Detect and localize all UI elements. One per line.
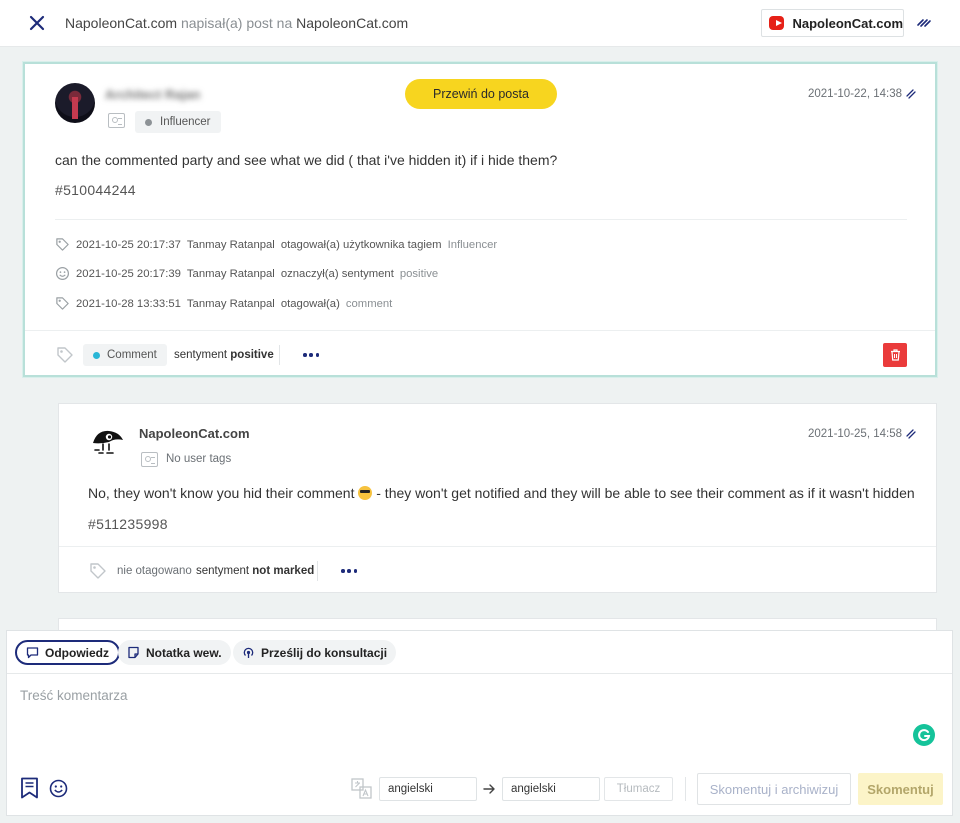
tag-pill[interactable]: Comment: [83, 344, 167, 366]
author-name[interactable]: NapoleonCat.com: [139, 426, 250, 441]
history-actor: Tanmay Ratanpal: [186, 267, 275, 280]
header-title: NapoleonCat.com napisał(a) post na Napol…: [65, 15, 408, 31]
history-value: comment: [345, 297, 393, 310]
reply-timestamp: 2021-10-25, 14:58: [808, 428, 917, 440]
history-time: 2021-10-25 20:17:39: [76, 267, 181, 280]
post-text: can the commented party and see what we …: [55, 152, 558, 168]
sentiment-label: sentyment: [174, 349, 228, 361]
history-actor: Tanmay Ratanpal: [186, 297, 275, 310]
comment-button[interactable]: Skomentuj: [858, 773, 943, 805]
author-name[interactable]: Architect Rajan: [105, 87, 200, 102]
history-row: 2021-10-25 20:17:37 Tanmay Ratanpal otag…: [55, 237, 497, 252]
divider: [685, 777, 686, 801]
history-action: oznaczył(a) sentyment: [280, 267, 394, 280]
channel-name: NapoleonCat.com: [792, 15, 903, 31]
history-time: 2021-10-28 13:33:51: [76, 297, 181, 310]
main-post-card: Architect Rajan Influencer Przewiń do po…: [23, 62, 937, 377]
history-actor: Tanmay Ratanpal: [186, 238, 275, 251]
divider: [279, 345, 280, 365]
header-action: napisał(a) post na: [180, 15, 293, 31]
grammarly-g-icon: [918, 729, 931, 742]
divider: [317, 561, 318, 581]
target-language-select[interactable]: angielski: [502, 777, 600, 801]
reply-card: NapoleonCat.com No user tags 2021-10-25,…: [58, 403, 937, 593]
history-action: otagował(a): [280, 297, 340, 310]
link-icon[interactable]: [915, 14, 933, 32]
scroll-to-post-button[interactable]: Przewiń do posta: [405, 79, 557, 109]
header-author: NapoleonCat.com: [65, 15, 178, 31]
broadcast-icon: [243, 647, 254, 658]
reply-footer: nie otagowano sentyment not marked: [59, 546, 936, 593]
user-tags-icon: [141, 452, 158, 467]
post-footer: Comment sentyment positive: [25, 330, 935, 377]
tab-send-for-consultation[interactable]: Prześlij do konsultacji: [233, 640, 397, 665]
reply-composer: Odpowiedz Notatka wew. Prześlij do konsu…: [6, 630, 953, 816]
sentiment-value: not marked: [252, 565, 315, 577]
tag-status: nie otagowano: [117, 565, 192, 577]
reply-text-before: No, they won't know you hid their commen…: [88, 485, 355, 501]
close-icon[interactable]: [26, 12, 48, 34]
history-row: 2021-10-25 20:17:39 Tanmay Ratanpal ozna…: [55, 266, 438, 281]
history-time: 2021-10-25 20:17:37: [76, 238, 181, 251]
composer-tabs: Odpowiedz Notatka wew. Prześlij do konsu…: [7, 631, 952, 674]
more-options-button[interactable]: [300, 348, 322, 362]
tag-icon[interactable]: [88, 561, 108, 581]
tag-icon: [56, 238, 69, 251]
link-icon[interactable]: [905, 428, 917, 440]
grammarly-icon[interactable]: [913, 724, 935, 746]
sunglasses-emoji-icon: [358, 486, 373, 500]
divider: [55, 219, 907, 220]
top-bar: NapoleonCat.com napisał(a) post na Napol…: [0, 0, 960, 47]
tag-dot: [145, 118, 152, 126]
smiley-icon: [55, 266, 70, 281]
speech-bubble-icon: [26, 647, 39, 659]
tab-reply[interactable]: Odpowiedz: [15, 640, 120, 665]
user-tags-icon: [108, 113, 125, 128]
tab-label: Prześlij do konsultacji: [261, 645, 388, 660]
emoji-icon[interactable]: [49, 779, 68, 798]
tab-label: Odpowiedz: [45, 645, 109, 660]
history-row: 2021-10-28 13:33:51 Tanmay Ratanpal otag…: [55, 296, 392, 311]
history-action: otagował(a) użytkownika tagiem: [280, 238, 442, 251]
tag-icon: [56, 297, 69, 310]
trash-icon: [890, 349, 900, 361]
reply-text: No, they won't know you hid their commen…: [88, 485, 915, 501]
sentiment[interactable]: sentyment not marked: [196, 565, 314, 577]
sentiment-label: sentyment: [196, 565, 250, 577]
link-icon[interactable]: [905, 88, 917, 100]
comment-input[interactable]: [20, 688, 900, 748]
note-icon: [128, 646, 139, 659]
header-target: NapoleonCat.com: [296, 15, 409, 31]
avatar: [55, 83, 95, 123]
history-value: Influencer: [447, 238, 498, 251]
sentiment-value: positive: [230, 349, 274, 361]
channel-badge[interactable]: NapoleonCat.com: [761, 9, 904, 37]
post-timestamp: 2021-10-22, 14:38: [808, 88, 917, 100]
source-language-select[interactable]: angielski: [379, 777, 477, 801]
tag-icon[interactable]: [55, 345, 75, 365]
tab-internal-note[interactable]: Notatka wew.: [118, 640, 231, 665]
translate-icon: [351, 778, 372, 799]
history-value: positive: [399, 267, 439, 280]
translate-button[interactable]: Tłumacz: [604, 777, 673, 801]
post-id: #510044244: [55, 182, 136, 198]
user-tag-badge[interactable]: Influencer: [135, 111, 221, 133]
bookmark-icon[interactable]: [20, 777, 39, 799]
tab-label: Notatka wew.: [146, 645, 222, 660]
tag-color-dot: [93, 351, 100, 359]
reply-timestamp-text: 2021-10-25, 14:58: [808, 428, 902, 440]
more-options-button[interactable]: [338, 564, 360, 578]
post-timestamp-text: 2021-10-22, 14:38: [808, 88, 902, 100]
comment-and-archive-button[interactable]: Skomentuj i archiwizuj: [697, 773, 851, 805]
avatar: [93, 430, 123, 454]
reply-id: #511235998: [88, 516, 168, 532]
arrow-right-icon: [483, 784, 495, 794]
no-user-tags: No user tags: [166, 453, 232, 465]
tag-label: Comment: [107, 349, 157, 361]
reply-text-after: - they won't get notified and they will …: [376, 485, 915, 501]
user-tag-label: Influencer: [160, 116, 211, 128]
youtube-icon: [769, 16, 785, 30]
sentiment[interactable]: sentyment positive: [174, 349, 274, 361]
delete-button[interactable]: [883, 343, 907, 367]
